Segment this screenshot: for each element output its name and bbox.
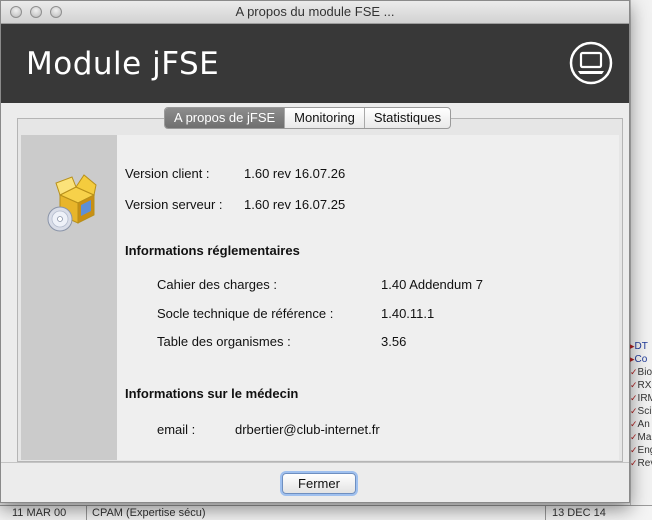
dialog-header: Module jFSE [1, 24, 629, 103]
close-button[interactable]: Fermer [282, 473, 356, 494]
list-item[interactable]: ✓Sci [630, 405, 652, 418]
list-item[interactable]: ✓IRM [630, 392, 652, 405]
column-divider [86, 506, 87, 520]
specifications-value: 1.40 Addendum 7 [381, 277, 483, 292]
icon-sidebar [21, 135, 117, 460]
technical-base-label: Socle technique de référence : [157, 306, 334, 321]
tab-bar: A propos de jFSE Monitoring Statistiques [164, 107, 452, 129]
software-package-icon [47, 174, 97, 232]
background-table-row[interactable]: 11 MAR 00 CPAM (Expertise sécu) 13 DEC 1… [0, 505, 652, 520]
list-item[interactable]: ✓An [630, 418, 652, 431]
version-server-value: 1.60 rev 16.07.25 [244, 197, 346, 212]
about-dialog: A propos du module FSE ... Module jFSE A… [0, 0, 630, 503]
module-title: Module jFSE [26, 46, 220, 82]
version-client-value: 1.60 rev 16.07.26 [244, 166, 346, 181]
specifications-label: Cahier des charges : [157, 277, 277, 292]
background-document-list: ▸DT ▸Co ✓Bio ✓RX ✓IRM ✓Sci ✓An ✓Ma ✓Eng … [630, 340, 652, 470]
window-title: A propos du module FSE ... [235, 4, 395, 19]
computer-icon [569, 41, 613, 85]
minimize-window-button[interactable] [30, 6, 42, 18]
tab-about[interactable]: A propos de jFSE [165, 108, 286, 128]
title-bar[interactable]: A propos du module FSE ... [1, 1, 629, 24]
tab-statistics[interactable]: Statistiques [365, 108, 450, 128]
regulatory-heading: Informations réglementaires [125, 243, 300, 258]
list-item[interactable]: ✓Ma [630, 431, 652, 444]
list-item[interactable]: ▸Co [630, 353, 652, 366]
version-server-label: Version serveur : [125, 197, 223, 212]
row-date-right: 13 DEC 14 [552, 507, 606, 519]
list-item[interactable]: ✓Bio [630, 366, 652, 379]
doctor-heading: Informations sur le médecin [125, 386, 299, 401]
list-item[interactable]: ✓Eng [630, 444, 652, 457]
email-value: drbertier@club-internet.fr [235, 422, 380, 437]
email-label: email : [157, 422, 196, 437]
version-client-label: Version client : [125, 166, 210, 181]
zoom-window-button[interactable] [50, 6, 62, 18]
list-item[interactable]: ✓Rev [630, 457, 652, 470]
list-item[interactable]: ✓RX [630, 379, 652, 392]
organizations-table-value: 3.56 [381, 334, 407, 349]
list-item[interactable]: ▸DT [630, 340, 652, 353]
close-window-button[interactable] [10, 6, 22, 18]
about-details [117, 135, 619, 460]
row-date-left: 11 MAR 00 [12, 507, 67, 519]
organizations-table-label: Table des organismes : [157, 334, 291, 349]
column-divider [545, 506, 546, 520]
tab-monitoring[interactable]: Monitoring [285, 108, 365, 128]
row-description: CPAM (Expertise sécu) [92, 507, 206, 519]
technical-base-value: 1.40.11.1 [381, 306, 435, 321]
footer-divider [1, 462, 629, 463]
